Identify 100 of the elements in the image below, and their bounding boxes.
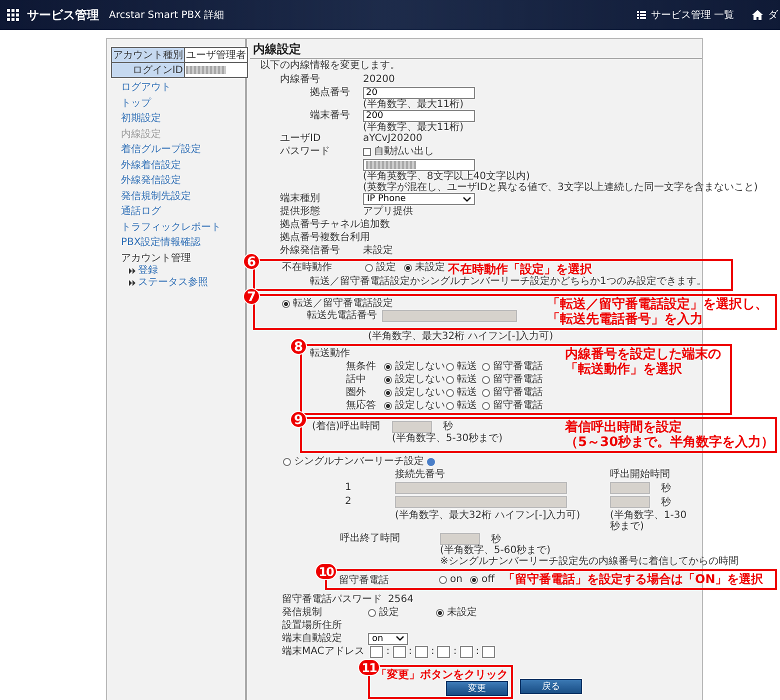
- row-number: 2: [344, 496, 352, 508]
- hint-text: (半角数字、最大11桁): [363, 122, 464, 133]
- field-label: 呼出終了時間: [340, 533, 401, 546]
- option-label: 転送: [457, 386, 477, 399]
- radio-button[interactable]: [365, 264, 373, 272]
- option-label: 自動払い出し: [374, 146, 434, 158]
- sidebar-link[interactable]: トラフィックレポート: [111, 220, 245, 235]
- field-value: 未設定: [363, 245, 393, 257]
- column-header: 接続先番号: [395, 469, 446, 480]
- input-field[interactable]: [392, 646, 406, 658]
- column-header: 呼出開始時間: [610, 469, 671, 480]
- option-label: 未設定: [447, 606, 477, 618]
- sidebar-link[interactable]: 外線着信設定: [111, 158, 245, 173]
- sidebar-sublink[interactable]: ステータス参照: [111, 276, 245, 288]
- callout-text: 「転送／留守番電話設定」を選択し、: [547, 297, 768, 312]
- field-label: 拠点番号: [309, 87, 351, 99]
- step-badge: 7: [243, 288, 260, 305]
- grid-icon[interactable]: [7, 9, 19, 21]
- field-value: アプリ提供: [363, 206, 413, 218]
- callout-text: 「留守番電話」を設定する場合は「ON」を選択: [503, 572, 764, 587]
- field-value: 2564: [388, 594, 414, 606]
- caret-icon: [396, 636, 404, 641]
- sidebar-link[interactable]: 発信規制先設定: [111, 188, 245, 204]
- option-label: 転送: [457, 399, 477, 412]
- callout-text: 不在時動作「設定」を選択: [448, 262, 592, 276]
- unit-label: 秒: [491, 534, 501, 544]
- input-field[interactable]: 20: [363, 87, 475, 99]
- hint-text: ※シングルナンバーリーチ設定先の内線番号に着信してからの時間: [440, 556, 738, 567]
- input-field[interactable]: [460, 646, 473, 658]
- hint-text: (半角数字、1-30秒まで): [610, 510, 688, 532]
- step-badge: 6: [243, 253, 260, 270]
- field-label: パスワード: [280, 146, 331, 158]
- input-field[interactable]: [437, 646, 450, 658]
- field-label: 端末番号: [309, 110, 351, 122]
- intro-text: 以下の内線情報を変更します。: [260, 60, 401, 72]
- field-label: 端末MACアドレス: [282, 646, 364, 658]
- sidebar-link[interactable]: 着信グループ設定: [111, 142, 245, 158]
- field-label: 留守番電話: [339, 574, 390, 586]
- radio-button[interactable]: [436, 608, 444, 616]
- callout-text: 内線番号を設定した端末の: [565, 347, 721, 362]
- sidebar-link[interactable]: 初期設定: [111, 111, 245, 126]
- dropdown[interactable]: IP Phone: [363, 193, 475, 205]
- step-badge: 10: [315, 563, 337, 580]
- input-field[interactable]: 200: [363, 110, 475, 122]
- field-label: 外線発信番号: [280, 245, 341, 257]
- option-label: 未設定: [415, 262, 445, 274]
- field-label: 圏外: [345, 386, 367, 399]
- field-label: 無条件: [345, 360, 377, 373]
- double-chevron-icon: [129, 280, 136, 286]
- sidebar-link[interactable]: PBX設定情報確認: [111, 235, 245, 250]
- nav-link[interactable]: ダ: [752, 8, 778, 22]
- option-label: 設定: [376, 262, 396, 274]
- step-badge: 11: [358, 659, 380, 676]
- input-field[interactable]: [370, 646, 384, 658]
- option-label: 設定しない: [395, 360, 445, 373]
- option-label: 留守番電話: [493, 360, 543, 373]
- unit-label: 秒: [661, 482, 671, 494]
- option-label: 留守番電話: [493, 386, 543, 399]
- nav-link[interactable]: サービス管理 一覧: [636, 8, 734, 22]
- field-label: 端末種別: [280, 193, 321, 205]
- table-header: アカウント種別: [112, 48, 184, 62]
- input-field[interactable]: [482, 646, 496, 658]
- radio-button[interactable]: [368, 608, 376, 616]
- sidebar-heading: アカウント管理: [120, 252, 192, 264]
- field-label: 転送先電話番号: [306, 310, 378, 322]
- sidebar-link[interactable]: トップ: [111, 96, 245, 111]
- step-badge: 9: [290, 411, 307, 428]
- home-icon: [752, 10, 763, 20]
- help-icon[interactable]: [427, 458, 435, 466]
- sidebar-link[interactable]: 通話ログ: [111, 204, 245, 220]
- submit-button[interactable]: 変更: [446, 681, 508, 696]
- sidebar-link[interactable]: 内線設定: [111, 126, 245, 142]
- sidebar-sublink[interactable]: 登録: [111, 264, 245, 276]
- sidebar-link[interactable]: 外線発信設定: [111, 173, 245, 188]
- field-label: 設置場所住所: [282, 620, 343, 632]
- radio-button[interactable]: [404, 264, 412, 272]
- password-field[interactable]: [363, 159, 475, 171]
- field-label: 拠点番号複数台利用: [280, 232, 370, 244]
- dropdown[interactable]: on: [368, 632, 408, 644]
- hint-text: (半角数字、5-30秒まで): [392, 433, 502, 444]
- separator-text: :: [453, 646, 457, 658]
- callout-text: 着信呼出時間を設定: [565, 420, 683, 435]
- option-label: 留守番電話: [493, 373, 543, 386]
- option-label: 設定: [379, 606, 399, 618]
- back-button[interactable]: 戻る: [520, 679, 582, 694]
- sidebar-link[interactable]: ログアウト: [111, 80, 245, 96]
- option-label: 転送／留守番電話設定: [293, 297, 393, 310]
- input-field[interactable]: [415, 646, 428, 658]
- field-label: 端末自動設定: [282, 632, 343, 644]
- field-label: 不在時動作: [282, 262, 333, 274]
- redacted-block: [186, 66, 226, 74]
- page-title: 内線設定: [250, 41, 702, 59]
- double-chevron-icon: [129, 268, 136, 274]
- checkbox[interactable]: [363, 148, 371, 156]
- unit-label: 秒: [661, 496, 671, 508]
- field-label: 発信規制: [282, 606, 323, 618]
- callout-text: 「転送先電話番号」を入力: [547, 312, 704, 327]
- callout-text: （5～30秒まで。半角数字を入力）: [565, 435, 774, 450]
- callout-text: 「転送動作」を選択: [565, 362, 683, 377]
- hint-text: (半角数字、5-60秒まで): [440, 545, 550, 556]
